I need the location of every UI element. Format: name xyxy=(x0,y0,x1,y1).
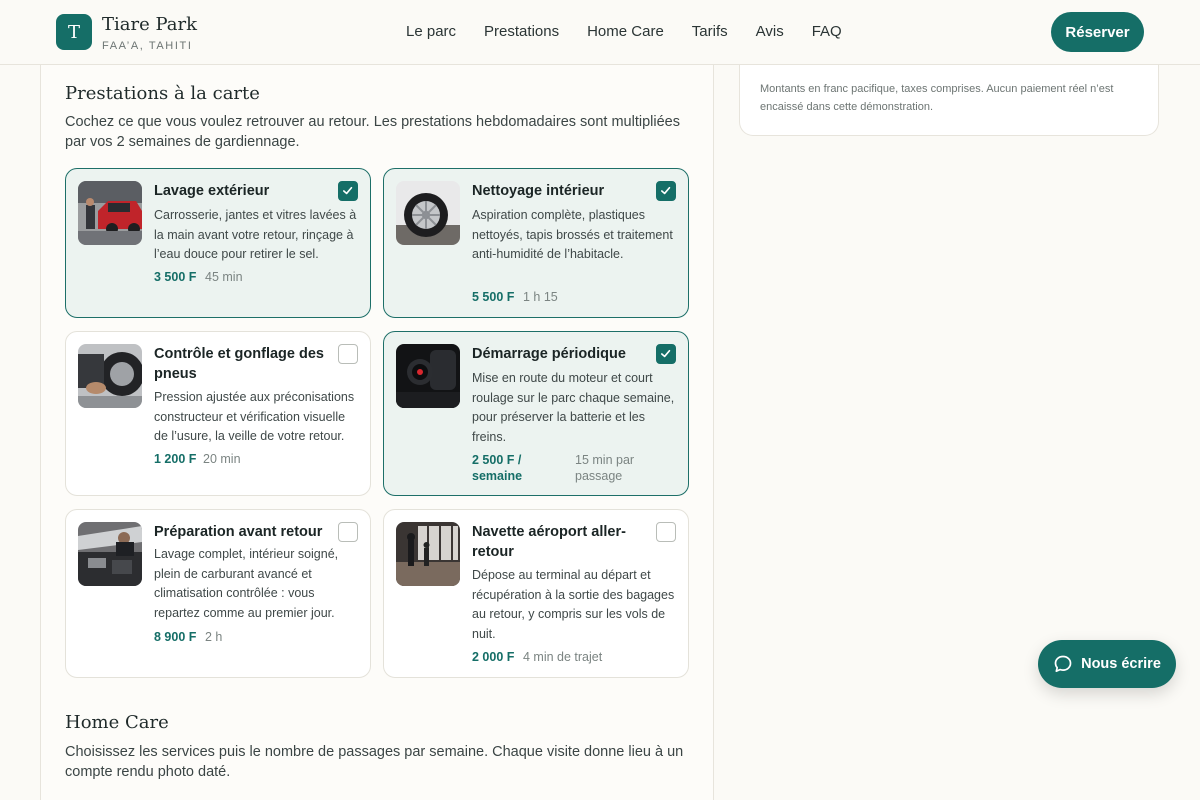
main-nav: Le parc Prestations Home Care Tarifs Avi… xyxy=(406,23,842,40)
logo-badge[interactable]: T xyxy=(56,14,92,50)
service-card-demarrage-periodique[interactable]: Démarrage périodique Mise en route du mo… xyxy=(383,331,689,496)
nav-tarifs[interactable]: Tarifs xyxy=(692,23,728,40)
service-description: Dépose au terminal au départ et récupéra… xyxy=(472,568,675,641)
service-duration: 4 min de trajet xyxy=(523,650,603,664)
service-price: 8 900 F xyxy=(154,630,197,644)
service-title: Nettoyage intérieur xyxy=(472,183,605,199)
service-duration: 1 h 15 xyxy=(523,290,558,304)
reserve-button[interactable]: Réserver xyxy=(1051,12,1144,52)
service-description: Carrosserie, jantes et vitres lavées à l… xyxy=(154,208,357,261)
prestations-title: Prestations à la carte xyxy=(65,83,260,104)
service-checkbox[interactable] xyxy=(338,522,358,542)
wheel-image xyxy=(396,181,460,245)
prestations-description: Cochez ce que vous voulez retrouver au r… xyxy=(65,114,680,150)
service-title: Contrôle et gonflage des pneus xyxy=(154,346,324,382)
check-icon xyxy=(661,186,671,195)
service-duration: 2 h xyxy=(205,630,223,644)
service-card-lavage-exterieur[interactable]: Lavage extérieur Carrosserie, jantes et … xyxy=(65,168,371,318)
nav-avis[interactable]: Avis xyxy=(756,23,784,40)
service-duration: 15 min par passage xyxy=(575,453,635,483)
chat-button[interactable]: Nous écrire xyxy=(1038,640,1176,688)
service-price: 2 500 F / semaine xyxy=(472,453,523,483)
service-checkbox[interactable] xyxy=(656,181,676,201)
nav-le-parc[interactable]: Le parc xyxy=(406,23,456,40)
homecare-title: Home Care xyxy=(65,712,169,733)
service-title: Navette aéroport aller-retour xyxy=(472,524,626,560)
service-duration: 20 min xyxy=(203,452,241,466)
service-card-nettoyage-interieur[interactable]: Nettoyage intérieur Aspiration complète,… xyxy=(383,168,689,318)
currency-note: Montants en franc pacifique, taxes compr… xyxy=(760,83,1114,113)
logo-letter: T xyxy=(67,21,80,43)
service-duration: 45 min xyxy=(205,270,243,284)
service-card-controle-pneus[interactable]: Contrôle et gonflage des pneus Pression … xyxy=(65,331,371,496)
homecare-description: Choisissez les services puis le nombre d… xyxy=(65,744,684,780)
brand-name[interactable]: Tiare Park xyxy=(102,14,197,35)
service-checkbox[interactable] xyxy=(338,181,358,201)
service-title: Lavage extérieur xyxy=(154,183,270,199)
check-icon xyxy=(343,186,353,195)
nav-home-care[interactable]: Home Care xyxy=(587,23,664,40)
service-price: 3 500 F xyxy=(154,270,197,284)
airport-image xyxy=(396,522,460,586)
chat-label: Nous écrire xyxy=(1081,656,1161,672)
service-description: Mise en route du moteur et court roulage… xyxy=(472,371,675,444)
chat-bubble-icon xyxy=(1054,655,1072,673)
service-description: Aspiration complète, plastiques nettoyés… xyxy=(472,208,673,261)
service-price: 1 200 F xyxy=(154,452,197,466)
check-icon xyxy=(661,349,671,358)
mechanic-image xyxy=(78,522,142,586)
service-description: Lavage complet, intérieur soigné, plein … xyxy=(154,547,339,620)
site-header: T Tiare Park FAA’A, TAHITI Le parc Prest… xyxy=(0,0,1200,65)
brand-location: FAA’A, TAHITI xyxy=(102,40,193,52)
service-title: Préparation avant retour xyxy=(154,524,323,540)
service-card-navette-aeroport[interactable]: Navette aéroport aller-retour Dépose au … xyxy=(383,509,689,678)
service-checkbox[interactable] xyxy=(338,344,358,364)
service-checkbox[interactable] xyxy=(656,522,676,542)
tire-inflation-image xyxy=(78,344,142,408)
nav-prestations[interactable]: Prestations xyxy=(484,23,559,40)
service-description: Pression ajustée aux préconisations cons… xyxy=(154,390,355,443)
service-price: 5 500 F xyxy=(472,290,515,304)
service-checkbox[interactable] xyxy=(656,344,676,364)
service-price: 2 000 F xyxy=(472,650,515,664)
car-wash-image xyxy=(78,181,142,245)
nav-faq[interactable]: FAQ xyxy=(812,23,842,40)
service-title: Démarrage périodique xyxy=(472,346,626,362)
service-card-preparation-retour[interactable]: Préparation avant retour Lavage complet,… xyxy=(65,509,371,678)
start-button-image xyxy=(396,344,460,408)
